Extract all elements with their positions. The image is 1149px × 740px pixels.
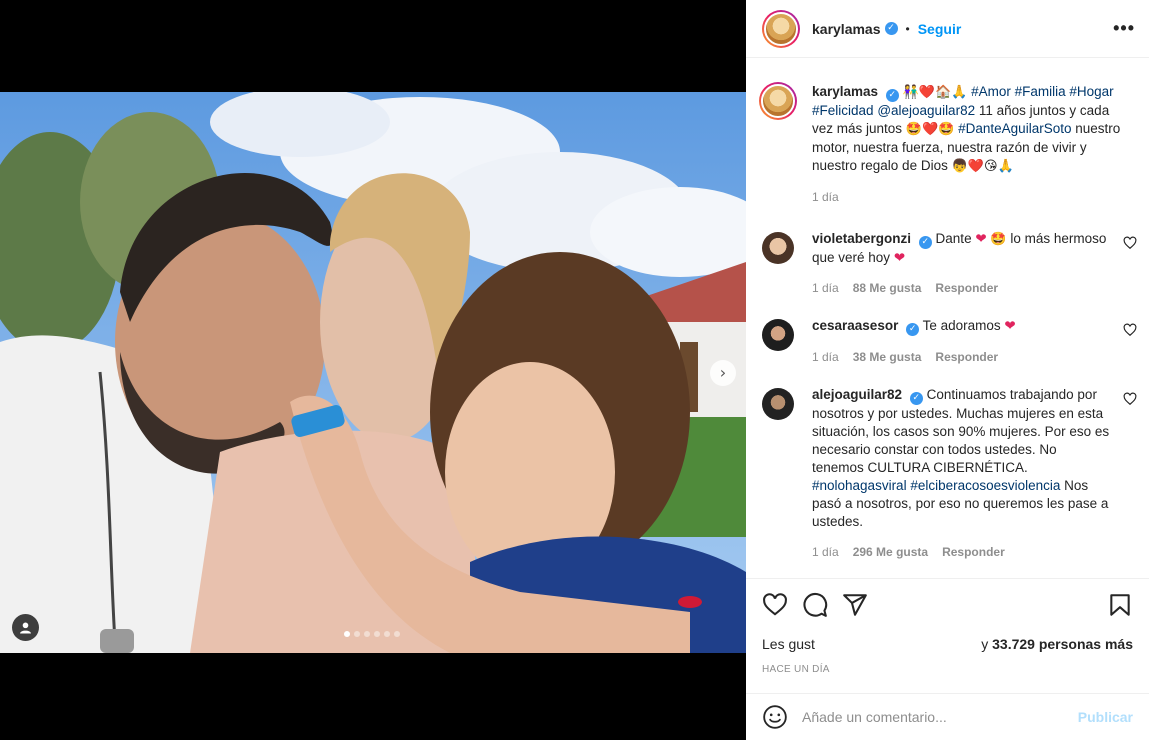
comment-body: cesaraasesor ✓ Te adoramos ❤ 1 día 38 Me…: [812, 317, 1133, 366]
caption-emojis: 👦❤️😘🙏: [951, 159, 1014, 174]
comment-likes[interactable]: 296 Me gusta: [853, 543, 928, 561]
comment-text: Dante: [935, 231, 972, 246]
separator-bullet: •: [905, 21, 910, 36]
likes-others-link[interactable]: 33.729 personas más: [992, 636, 1133, 652]
comment-username[interactable]: violetabergonzi: [812, 231, 911, 246]
carousel-dot: [374, 631, 380, 637]
author-username[interactable]: karylamas: [812, 21, 881, 37]
commenter-avatar[interactable]: [762, 319, 794, 351]
heart-icon[interactable]: [762, 592, 788, 618]
star-eyes-emoji: 🤩: [990, 232, 1007, 247]
comments-list[interactable]: karylamas ✓ 👫❤️🏠🙏 #Amor #Familia #Hogar …: [746, 59, 1149, 577]
carousel-dot: [344, 631, 350, 637]
comment-likes[interactable]: 38 Me gusta: [853, 348, 922, 366]
carousel-indicator: [344, 631, 400, 637]
bookmark-icon[interactable]: [1107, 592, 1133, 618]
comment-item: violetabergonzi ✓ Dante ❤ 🤩 lo más hermo…: [746, 230, 1149, 297]
heart-emoji: ❤: [893, 250, 906, 266]
more-icon[interactable]: •••: [1113, 18, 1135, 39]
post-actions: [746, 578, 1149, 630]
comment-time[interactable]: 1 día: [812, 543, 839, 561]
caption-mention[interactable]: @alejoaguilar82: [877, 103, 975, 118]
media-area: ›: [0, 0, 746, 740]
emoji-icon[interactable]: [762, 704, 788, 730]
comment-username[interactable]: alejoaguilar82: [812, 387, 902, 402]
caption-avatar[interactable]: [759, 82, 797, 120]
verified-icon: ✓: [884, 22, 898, 35]
caption-hashtag[interactable]: #DanteAguilarSoto: [958, 121, 1071, 136]
carousel-dot: [354, 631, 360, 637]
verified-icon: ✓: [909, 392, 923, 405]
verified-icon: ✓: [918, 236, 932, 249]
carousel-dot: [364, 631, 370, 637]
publish-button[interactable]: Publicar: [1078, 709, 1133, 725]
caption-emojis: 🤩❤️🤩: [905, 122, 955, 137]
post-side-panel: karylamas ✓ • Seguir ••• karylamas ✓ 👫❤️…: [746, 0, 1149, 740]
comment-body: violetabergonzi ✓ Dante ❤ 🤩 lo más hermo…: [812, 230, 1133, 297]
caption-username[interactable]: karylamas: [812, 84, 878, 99]
add-comment-bar: Publicar: [746, 693, 1149, 740]
heart-emoji: ❤: [975, 231, 987, 247]
reply-button[interactable]: Responder: [935, 279, 998, 297]
comment-icon[interactable]: [802, 592, 828, 618]
likes-summary: Les gust y 33.729 personas más: [762, 636, 1133, 652]
caption-time[interactable]: 1 día: [812, 188, 839, 206]
reply-button[interactable]: Responder: [942, 543, 1005, 561]
post-header: karylamas ✓ • Seguir •••: [746, 0, 1149, 58]
caption-emojis: 👫❤️🏠🙏: [902, 85, 968, 100]
likes-prefix: Les gust: [762, 636, 815, 652]
comment-item: cesaraasesor ✓ Te adoramos ❤ 1 día 38 Me…: [746, 317, 1149, 366]
comment-time[interactable]: 1 día: [812, 348, 839, 366]
comment-meta: 1 día 88 Me gusta Responder: [812, 279, 1111, 297]
share-icon[interactable]: [842, 592, 868, 618]
comment-item: alejoaguilar82 ✓ Continuamos trabajando …: [746, 386, 1149, 561]
caption-body: karylamas ✓ 👫❤️🏠🙏 #Amor #Familia #Hogar …: [812, 83, 1133, 206]
user-tag-button[interactable]: [12, 614, 39, 641]
family-photo-illustration: [0, 92, 746, 653]
likes-conjunction: y: [981, 636, 989, 652]
comment-meta: 1 día 38 Me gusta Responder: [812, 348, 1111, 366]
carousel-next-button[interactable]: ›: [710, 360, 736, 386]
comment-meta: 1 día 296 Me gusta Responder: [812, 543, 1111, 561]
comment-time[interactable]: 1 día: [812, 279, 839, 297]
comment-body: alejoaguilar82 ✓ Continuamos trabajando …: [812, 386, 1133, 561]
commenter-avatar[interactable]: [762, 232, 794, 264]
reply-button[interactable]: Responder: [935, 348, 998, 366]
caption: karylamas ✓ 👫❤️🏠🙏 #Amor #Familia #Hogar …: [746, 82, 1149, 206]
user-tag-icon: [20, 622, 31, 634]
comment-text: Te adoramos: [922, 318, 1001, 333]
comment-like-heart-icon[interactable]: [1123, 392, 1137, 406]
verified-icon: ✓: [885, 89, 899, 102]
post-timestamp[interactable]: HACE UN DÍA: [762, 664, 830, 675]
caption-meta: 1 día: [812, 188, 1127, 206]
comment-likes[interactable]: 88 Me gusta: [853, 279, 922, 297]
chevron-right-icon: ›: [719, 363, 727, 382]
author-avatar[interactable]: [762, 9, 800, 48]
heart-emoji: ❤: [1004, 318, 1016, 334]
carousel-dot: [384, 631, 390, 637]
comment-input[interactable]: [802, 709, 1078, 725]
comment-hashtags[interactable]: #nolohagasviral #elciberacosoesviolencia: [812, 478, 1060, 493]
follow-button[interactable]: Seguir: [918, 21, 962, 37]
comment-like-heart-icon[interactable]: [1123, 323, 1137, 337]
verified-icon: ✓: [906, 323, 920, 336]
post-photo[interactable]: [0, 92, 746, 653]
carousel-dot: [394, 631, 400, 637]
commenter-avatar[interactable]: [762, 388, 794, 420]
comment-like-heart-icon[interactable]: [1123, 236, 1137, 250]
comment-username[interactable]: cesaraasesor: [812, 318, 898, 333]
